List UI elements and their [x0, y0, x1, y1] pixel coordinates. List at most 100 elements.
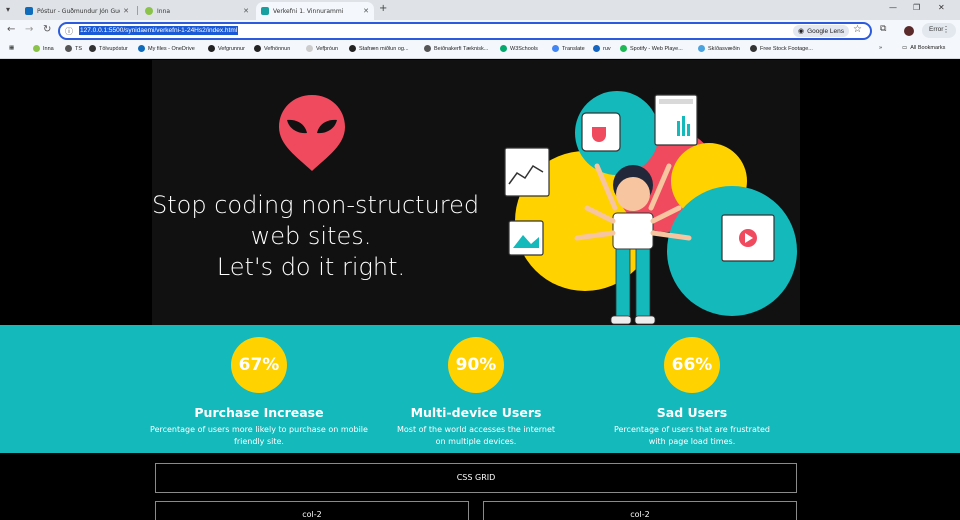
- forward-icon[interactable]: →: [25, 24, 33, 35]
- stat-description: Percentage of users more likely to purch…: [150, 425, 368, 446]
- bookmark-item[interactable]: Free Stock Footage...: [750, 45, 813, 52]
- google-lens-button[interactable]: ◉ Google Lens: [793, 25, 849, 37]
- css-grid-section: CSS GRID col-2 col-2: [0, 453, 960, 520]
- bookmarks-bar: ▦ Inna TS Tölvupóstur My files - OneDrive Ve…: [0, 42, 960, 59]
- alien-logo-icon: [279, 95, 345, 171]
- bookmark-label: Spotify - Web Playe...: [630, 45, 683, 52]
- bookmark-item[interactable]: Tölvupóstur: [89, 45, 128, 52]
- bookmark-icon: [65, 45, 72, 52]
- window-close-icon[interactable]: ✕: [938, 3, 945, 12]
- bookmark-label: Stafræn miðlun og...: [359, 45, 409, 52]
- headline-line: web sites.: [250, 222, 372, 250]
- developer-illustration: [504, 91, 797, 325]
- site-info-icon[interactable]: ⓘ: [65, 26, 73, 37]
- bookmark-icon: [254, 45, 261, 52]
- all-bookmarks[interactable]: ▭ All Bookmarks: [902, 45, 945, 51]
- bookmark-label: My files - OneDrive: [148, 45, 195, 52]
- url-text[interactable]: 127.0.0.1:5500/synidaemi/verkefni-1-24Hs…: [79, 26, 239, 35]
- bookmark-item[interactable]: Translate: [552, 45, 585, 52]
- hero-headline: Stop coding non-structured web sites. Le…: [152, 190, 479, 283]
- back-icon[interactable]: ←: [7, 24, 15, 35]
- bookmark-item[interactable]: Skíðasvæðin: [698, 45, 740, 52]
- bookmark-icon: [306, 45, 313, 52]
- more-bookmarks-icon[interactable]: »: [879, 45, 882, 51]
- new-tab-button[interactable]: +: [379, 3, 387, 14]
- bookmark-item[interactable]: Stafræn miðlun og...: [349, 45, 409, 52]
- bookmark-icon: [750, 45, 757, 52]
- all-bookmarks-label: All Bookmarks: [910, 45, 946, 51]
- bookmark-star-icon[interactable]: ☆: [853, 24, 862, 35]
- hero-section: Stop coding non-structured web sites. Le…: [152, 60, 800, 325]
- stat-purchase-increase: 67% Purchase Increase Percentage of user…: [149, 337, 369, 448]
- grid-cell-col2: col-2: [483, 501, 797, 520]
- stat-multi-device-users: 90% Multi-device Users Most of the world…: [366, 337, 586, 448]
- tab-divider: [137, 6, 138, 15]
- reload-icon[interactable]: ↻: [43, 24, 51, 35]
- address-bar[interactable]: ⓘ 127.0.0.1:5500/synidaemi/verkefni-1-24…: [58, 22, 872, 40]
- bookmark-label: Vefgrunnur: [218, 45, 245, 52]
- bookmark-item[interactable]: My files - OneDrive: [138, 45, 195, 52]
- bookmark-label: Free Stock Footage...: [760, 45, 813, 52]
- bookmark-item[interactable]: TS: [65, 45, 82, 52]
- bookmark-label: Vefhönnun: [264, 45, 291, 52]
- lens-icon: ◉: [798, 28, 805, 35]
- bookmark-label: Vefþróun: [316, 45, 339, 52]
- bookmark-icon: [500, 45, 507, 52]
- bookmark-label: Tölvupóstur: [99, 45, 128, 52]
- toolbar: ← → ↻ ⓘ 127.0.0.1:5500/synidaemi/verkefn…: [0, 20, 960, 42]
- bookmark-label: ruv: [603, 45, 611, 52]
- bookmark-label: Beiðnakerfi Tæknisk...: [434, 45, 489, 52]
- menu-icon: ⋮: [942, 25, 950, 34]
- tab-title: Inna: [157, 7, 171, 15]
- bookmark-icon: [33, 45, 40, 52]
- bookmark-item[interactable]: Spotify - Web Playe...: [620, 45, 683, 52]
- page-content: Stop coding non-structured web sites. Le…: [0, 60, 960, 520]
- bookmark-icon: [349, 45, 356, 52]
- tab-title: Póstur - Guðmundur Jón Guðjó: [37, 7, 121, 15]
- browser-window: ▾ Póstur - Guðmundur Jón Guðjó ✕ Inna ✕ …: [0, 0, 960, 520]
- lens-label: Google Lens: [807, 27, 844, 35]
- bookmark-icon: [620, 45, 627, 52]
- bookmark-item[interactable]: Vefgrunnur: [208, 45, 245, 52]
- folder-icon: ▭: [902, 45, 908, 51]
- bookmark-item[interactable]: Vefhönnun: [254, 45, 290, 52]
- tab-inna[interactable]: Inna ✕: [140, 2, 254, 20]
- close-icon[interactable]: ✕: [123, 7, 129, 15]
- page-favicon-icon: [261, 7, 269, 15]
- stat-title: Multi-device Users: [410, 405, 542, 420]
- stat-title: Sad Users: [656, 405, 728, 420]
- bookmark-label: Skíðasvæðin: [708, 45, 740, 52]
- bookmark-label: Translate: [562, 45, 585, 52]
- bookmark-icon: [552, 45, 559, 52]
- headline-line: Let's do it right.: [216, 253, 406, 281]
- extensions-icon[interactable]: ⧉: [880, 24, 886, 34]
- tab-search-icon[interactable]: ▾: [6, 5, 16, 15]
- error-button[interactable]: Error ⋮: [922, 23, 956, 38]
- bookmark-item[interactable]: ruv: [593, 45, 611, 52]
- bookmark-item[interactable]: Beiðnakerfi Tæknisk...: [424, 45, 488, 52]
- tab-outlook[interactable]: Póstur - Guðmundur Jón Guðjó ✕: [20, 2, 134, 20]
- restore-icon[interactable]: ❐: [913, 3, 920, 12]
- stats-section: 67% Purchase Increase Percentage of user…: [0, 325, 960, 453]
- tab-verkefni[interactable]: Verkefni 1. Vinnurammi ✕: [256, 2, 374, 20]
- stat-value: 66%: [664, 337, 720, 393]
- inna-icon: [145, 7, 153, 15]
- apps-icon[interactable]: ▦: [9, 45, 14, 51]
- bookmark-icon: [89, 45, 96, 52]
- bookmark-item[interactable]: W3Schools: [500, 45, 538, 52]
- bookmark-icon: [138, 45, 145, 52]
- bookmark-icon: [208, 45, 215, 52]
- close-icon[interactable]: ✕: [243, 7, 249, 15]
- bookmark-icon: [424, 45, 431, 52]
- close-icon[interactable]: ✕: [363, 7, 369, 15]
- grid-cell-col2: col-2: [155, 501, 469, 520]
- stat-value: 67%: [231, 337, 287, 393]
- stat-value: 90%: [448, 337, 504, 393]
- minimize-icon[interactable]: —: [889, 3, 897, 12]
- bookmark-label: Inna: [43, 45, 54, 52]
- tab-strip: ▾ Póstur - Guðmundur Jón Guðjó ✕ Inna ✕ …: [0, 0, 960, 20]
- bookmark-item[interactable]: Vefþróun: [306, 45, 338, 52]
- stat-description: Most of the world accesses the internet …: [396, 425, 556, 446]
- bookmark-item[interactable]: Inna: [33, 45, 54, 52]
- avatar[interactable]: [904, 26, 914, 36]
